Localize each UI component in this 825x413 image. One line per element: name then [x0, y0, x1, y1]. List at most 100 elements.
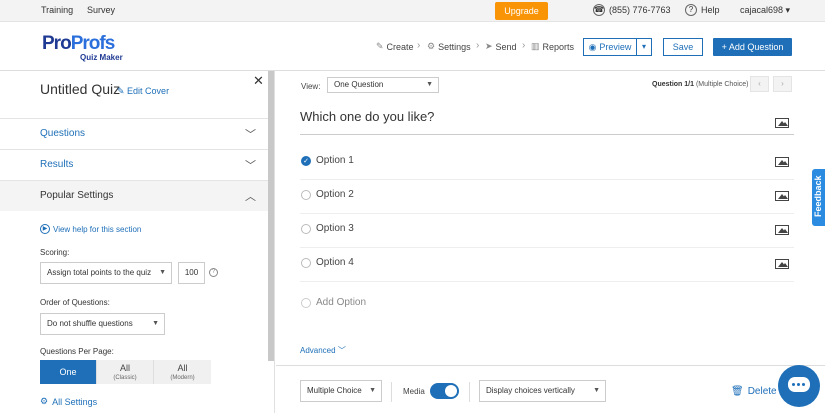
- image-icon[interactable]: [775, 157, 789, 167]
- chevron-right-icon: ›: [476, 40, 480, 51]
- caret-down-icon: ▼: [426, 81, 433, 88]
- per-page-all-label: All: [177, 363, 188, 373]
- per-page-all-classic[interactable]: All (Classic): [96, 360, 153, 384]
- scoring-select[interactable]: Assign total points to the quiz ▼: [40, 262, 172, 284]
- question-text-input[interactable]: Which one do you like?: [300, 109, 794, 135]
- correct-check-icon[interactable]: ✓: [301, 156, 311, 166]
- bar-chart-icon: ▥: [531, 41, 540, 51]
- chat-widget-button[interactable]: [778, 365, 820, 407]
- view-select[interactable]: One Question ▼: [327, 77, 439, 93]
- total-points-input[interactable]: 100: [178, 262, 205, 284]
- training-link[interactable]: Training: [41, 5, 73, 15]
- media-label: Media: [403, 387, 425, 396]
- nav-send[interactable]: ➤ Send: [485, 41, 517, 52]
- help-text: Help: [701, 5, 720, 15]
- delete-question-button[interactable]: 🗑 Delete: [731, 386, 777, 397]
- chat-bubble-icon: [788, 377, 810, 392]
- sidebar-section-popular-settings[interactable]: Popular Settings ︿: [0, 180, 268, 211]
- nav-create-label: Create: [386, 41, 414, 52]
- advanced-toggle[interactable]: Advanced ﹀: [300, 345, 346, 356]
- prev-question-button[interactable]: ‹: [750, 76, 769, 92]
- sidebar-scrollbar[interactable]: [268, 71, 274, 361]
- image-icon[interactable]: [775, 259, 789, 269]
- radio-icon[interactable]: [301, 224, 311, 234]
- answer-option[interactable]: Option 3: [300, 214, 794, 248]
- info-icon[interactable]: ?: [209, 268, 218, 277]
- feedback-tab[interactable]: Feedback: [812, 169, 825, 226]
- image-icon[interactable]: [775, 191, 789, 201]
- preview-button[interactable]: ◉ Preview: [583, 38, 637, 56]
- app-header: ProProfs Quiz Maker ✎ Create › ⚙ Setting…: [0, 22, 825, 71]
- view-label: View:: [301, 82, 321, 91]
- chevron-right-icon: ›: [417, 40, 421, 51]
- per-page-all-modern[interactable]: All (Modern): [153, 360, 211, 384]
- quiz-title[interactable]: Untitled Quiz: [40, 81, 120, 97]
- survey-link[interactable]: Survey: [87, 5, 115, 15]
- phone-text: (855) 776-7763: [609, 5, 671, 15]
- section-label: Questions: [40, 128, 86, 139]
- nav-reports[interactable]: ▥ Reports: [531, 41, 574, 52]
- logo-subtitle: Quiz Maker: [80, 53, 123, 62]
- help-link[interactable]: ? Help: [685, 4, 720, 16]
- divider: [391, 382, 392, 402]
- option-text[interactable]: Option 2: [316, 189, 354, 200]
- gear-icon: ⚙: [427, 41, 436, 51]
- order-label: Order of Questions:: [40, 298, 110, 307]
- radio-icon[interactable]: [301, 258, 311, 268]
- preview-dropdown-button[interactable]: ▾: [637, 38, 652, 56]
- close-icon[interactable]: ✕: [253, 73, 264, 89]
- question-footer: Multiple Choice ▼ Media Display choices …: [276, 365, 825, 413]
- edit-cover-link[interactable]: ✎ Edit Cover: [117, 86, 169, 97]
- view-help-label: View help for this section: [53, 224, 142, 234]
- radio-icon: [301, 298, 311, 308]
- phone-number[interactable]: ☎ (855) 776-7763: [593, 4, 671, 16]
- nav-settings[interactable]: ⚙ Settings: [427, 41, 471, 52]
- question-type-select[interactable]: Multiple Choice ▼: [300, 380, 382, 402]
- sidebar-section-results[interactable]: Results ﹀: [0, 149, 268, 180]
- chevron-down-icon: ﹀: [245, 160, 256, 172]
- user-menu[interactable]: cajacal698 ▾: [740, 5, 790, 16]
- media-toggle[interactable]: [430, 383, 459, 399]
- next-question-button[interactable]: ›: [773, 76, 792, 92]
- image-icon[interactable]: [775, 118, 789, 128]
- save-button[interactable]: Save: [663, 38, 703, 56]
- add-question-button[interactable]: + Add Question: [713, 38, 792, 56]
- per-page-label: Questions Per Page:: [40, 347, 114, 356]
- order-value: Do not shuffle questions: [47, 319, 133, 328]
- answer-option[interactable]: Option 4: [300, 248, 794, 282]
- question-type-hint: (Multiple Choice): [695, 81, 749, 88]
- display-select[interactable]: Display choices vertically ▼: [479, 380, 606, 402]
- toggle-knob: [445, 385, 457, 397]
- image-icon[interactable]: [775, 225, 789, 235]
- help-icon: ?: [685, 4, 697, 16]
- trash-icon: 🗑: [731, 386, 744, 397]
- preview-label: Preview: [599, 42, 632, 52]
- all-settings-label: All Settings: [52, 396, 98, 407]
- answer-option[interactable]: ✓ Option 1: [300, 146, 794, 180]
- view-help-link[interactable]: ▶ View help for this section: [40, 224, 141, 234]
- option-text[interactable]: Option 1: [316, 155, 354, 166]
- gear-icon: ⚙: [40, 396, 49, 406]
- nav-create[interactable]: ✎ Create: [376, 41, 414, 52]
- all-settings-link[interactable]: ⚙ All Settings: [40, 396, 97, 407]
- per-page-one-label: One: [59, 367, 77, 377]
- delete-label: Delete: [747, 386, 777, 397]
- eye-icon: ◉: [588, 41, 597, 52]
- per-page-classic-sub: (Classic): [113, 375, 137, 381]
- pencil-icon: ✎: [376, 41, 384, 51]
- answer-option[interactable]: Option 2: [300, 180, 794, 214]
- option-text[interactable]: Option 3: [316, 223, 354, 234]
- option-text[interactable]: Option 4: [316, 257, 354, 268]
- edit-cover-label: Edit Cover: [127, 86, 170, 96]
- per-page-one[interactable]: One: [40, 360, 96, 384]
- sidebar-section-questions[interactable]: Questions ﹀: [0, 118, 268, 149]
- chevron-down-icon: ﹀: [337, 346, 346, 355]
- question-editor: View: One Question ▼ Question 1/1 (Multi…: [276, 71, 825, 413]
- proprofs-logo[interactable]: ProProfs Quiz Maker: [42, 33, 123, 62]
- question-counter: Question 1/1 (Multiple Choice): [652, 81, 749, 88]
- caret-down-icon: ▼: [159, 269, 166, 276]
- upgrade-button[interactable]: Upgrade: [495, 2, 548, 20]
- order-select[interactable]: Do not shuffle questions ▼: [40, 313, 165, 335]
- radio-icon[interactable]: [301, 190, 311, 200]
- scoring-value: Assign total points to the quiz: [47, 268, 152, 277]
